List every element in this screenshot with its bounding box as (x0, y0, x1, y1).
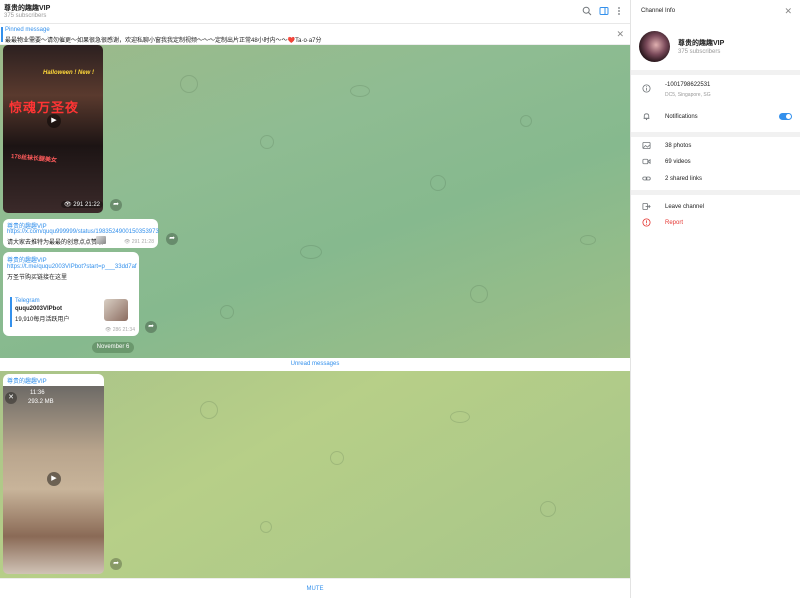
eye-icon: 👁 (64, 202, 72, 208)
view-count: 291 (73, 202, 84, 208)
preview-description: 19,910每月活跃用户 (15, 317, 70, 323)
avatar[interactable] (639, 31, 670, 62)
message-meta: 👁 291 21:28 (124, 239, 154, 245)
report-button[interactable]: Report (665, 220, 683, 226)
message-bubble[interactable]: 尊贵的趣趣VIP https://t.me/ququ2003VIPbot?sta… (3, 252, 139, 336)
play-icon[interactable]: ▶ (47, 114, 61, 128)
message-bubble[interactable]: 尊贵的趣趣VIP https://x.com/ququ999999/status… (3, 219, 159, 248)
unread-messages-divider: Unread messages (0, 358, 630, 371)
link-preview[interactable]: Telegram ququ2003VIPbot 19,910每月活跃用户 (10, 297, 134, 327)
doodle-pattern (200, 401, 218, 419)
eye-icon: 👁 (124, 239, 131, 245)
more-vertical-icon[interactable] (613, 6, 625, 18)
message-sender[interactable]: 尊贵的趣趣VIP (7, 376, 47, 385)
info-icon (641, 84, 651, 94)
leave-channel-button[interactable]: Leave channel (665, 204, 704, 210)
message-time: 21:22 (84, 202, 100, 208)
preview-site-name: Telegram (15, 298, 40, 304)
message-time: 21:34 (122, 327, 135, 333)
data-center: DC5, Singapore, SG (665, 92, 711, 98)
panel-title: Channel Info (641, 8, 676, 14)
pinned-message-bar[interactable]: Pinned message 最最物业需要～请勿催更～如果很急很感谢，欢迎私聊小… (0, 25, 630, 45)
channel-id[interactable]: -1001798622531 (665, 82, 710, 88)
close-icon[interactable]: ✕ (5, 392, 17, 404)
doodle-pattern (580, 235, 596, 245)
message-link[interactable]: https://t.me/ququ2003VIPbot?start=p___33… (7, 264, 137, 270)
mute-button[interactable]: MUTE (0, 578, 630, 598)
channel-subscribers: 375 subscribers (678, 49, 721, 55)
video-overlay-text: Halloween ! New ! (43, 70, 95, 76)
chat-header[interactable]: 尊贵的趣趣VIP 375 subscribers (0, 0, 630, 24)
photos-link[interactable]: 38 photos (665, 143, 691, 149)
chat-title[interactable]: 尊贵的趣趣VIP (4, 3, 50, 13)
preview-thumbnail (104, 299, 128, 321)
message-text: 万圣节购买链接在这里 (7, 275, 68, 281)
forward-icon[interactable]: ➦ (110, 199, 122, 211)
close-icon[interactable]: ✕ (784, 6, 792, 17)
pinned-label: Pinned message (5, 27, 50, 33)
date-separator: November 6 (92, 342, 134, 353)
photo-icon (641, 141, 651, 151)
message-link[interactable]: https://x.com/ququ999999/status/19835249… (7, 229, 159, 235)
emoji-sticker (96, 236, 106, 244)
divider (631, 70, 800, 75)
search-icon[interactable] (581, 6, 593, 18)
pinned-text: 最最物业需要～请勿催更～如果很急很感谢，欢迎私聊小窗我我定制视频～～～定制出片正… (5, 38, 322, 44)
chat-subscriber-count: 375 subscribers (4, 13, 47, 19)
notifications-row[interactable]: Notifications (631, 104, 800, 132)
doodle-pattern (180, 75, 198, 93)
shared-links-link[interactable]: 2 shared links (665, 176, 702, 182)
telegram-window: 尊贵的趣趣VIP 375 subscribers Pinned message … (0, 0, 800, 598)
toggle-knob (786, 114, 791, 119)
doodle-pattern (330, 451, 344, 465)
forward-icon[interactable]: ➦ (145, 321, 157, 333)
message-header: 尊贵的趣趣VIP (3, 374, 104, 386)
doodle-pattern (260, 135, 274, 149)
video-message[interactable]: Halloween ! New ! 惊魂万圣夜 178丝袜长腿美女 ▶ 👁 29… (3, 45, 103, 213)
doodle-pattern (350, 85, 370, 97)
doodle-pattern (450, 411, 470, 423)
view-count: 291 (131, 239, 141, 245)
channel-info-panel: Channel Info ✕ 尊贵的趣趣VIP 375 subscribers … (630, 0, 800, 598)
doodle-pattern (540, 501, 556, 517)
doodle-pattern (520, 115, 532, 127)
eye-icon: 👁 (105, 327, 112, 333)
leave-icon (641, 202, 651, 212)
video-message[interactable]: ✕ 11:36 293.2 MB ▶ (3, 386, 104, 574)
chat-panel: 尊贵的趣趣VIP 375 subscribers Pinned message … (0, 0, 630, 598)
sidebar-toggle-icon[interactable] (598, 6, 610, 18)
report-icon (641, 218, 651, 228)
video-duration: 11:36 (30, 390, 45, 396)
bell-icon (641, 112, 651, 122)
pinned-indicator (1, 27, 3, 42)
message-meta: 👁 286 21:34 (105, 327, 135, 333)
close-icon[interactable]: ✕ (616, 29, 624, 40)
videos-link[interactable]: 69 videos (665, 159, 691, 165)
notifications-label: Notifications (665, 114, 698, 120)
message-sender[interactable]: 尊贵的趣趣VIP (7, 255, 47, 264)
message-time: 21:28 (141, 239, 154, 245)
preview-title: ququ2003VIPbot (15, 306, 63, 312)
channel-name: 尊贵的趣趣VIP (678, 40, 725, 47)
forward-icon[interactable]: ➦ (110, 558, 122, 570)
divider (631, 190, 800, 195)
notifications-toggle[interactable] (779, 113, 792, 120)
message-meta: 👁 291 21:22 (61, 201, 103, 208)
forward-icon[interactable]: ➦ (166, 233, 178, 245)
doodle-pattern (430, 175, 446, 191)
doodle-pattern (470, 285, 488, 303)
doodle-pattern (300, 245, 322, 259)
divider (631, 132, 800, 137)
video-icon (641, 157, 651, 167)
video-overlay-title: 惊魂万圣夜 (9, 100, 80, 115)
video-overlay-caption: 178丝袜长腿美女 (10, 154, 58, 164)
doodle-pattern (260, 521, 272, 533)
doodle-pattern (220, 305, 234, 319)
view-count: 286 (112, 327, 122, 333)
link-icon (641, 174, 651, 184)
video-size: 293.2 MB (28, 399, 54, 405)
play-icon[interactable]: ▶ (47, 472, 61, 486)
message-text: 请大家去推特为最最的创意点点赞哦 (7, 240, 104, 246)
